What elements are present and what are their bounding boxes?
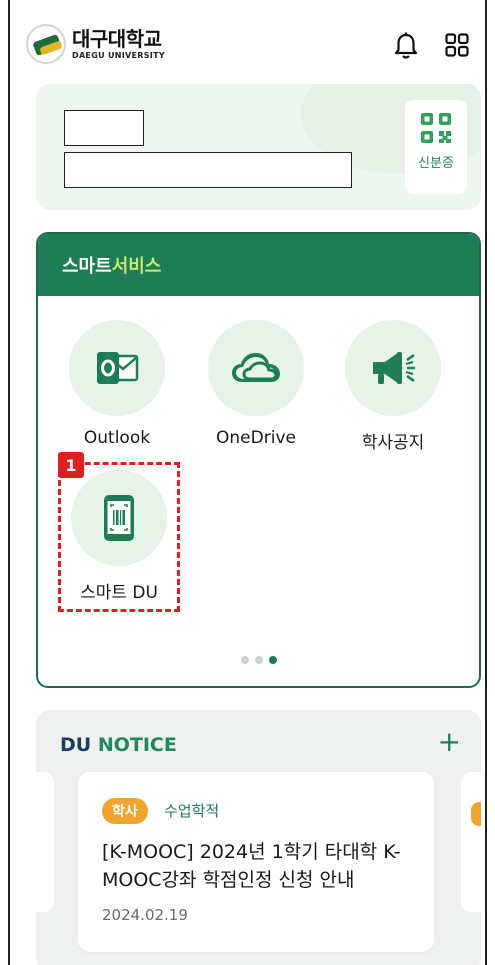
- notice-date: 2024.02.19: [102, 906, 188, 924]
- top-bar: 대구대학교 DAEGU UNIVERSITY: [10, 0, 485, 80]
- du-notice-section: DU NOTICE + 학사 수업학적 [K-MOOC] 2024년 1학기 타…: [36, 710, 481, 965]
- outlook-icon: [97, 352, 139, 384]
- notice-more-button[interactable]: +: [438, 728, 461, 756]
- service-label: OneDrive: [216, 428, 296, 448]
- university-emblem-icon: [26, 24, 66, 64]
- qr-code-icon: [421, 113, 451, 143]
- smart-service-header: 스마트 서비스: [38, 234, 479, 296]
- notice-title-accent: NOTICE: [97, 734, 177, 756]
- university-logo[interactable]: 대구대학교 DAEGU UNIVERSITY: [26, 24, 165, 64]
- service-label: Outlook: [83, 428, 151, 448]
- service-academic-notice[interactable]: 학사공지: [338, 320, 448, 453]
- name-field: [64, 110, 144, 146]
- logo-text: 대구대학교 DAEGU UNIVERSITY: [72, 29, 165, 60]
- smart-service-title: 스마트: [62, 256, 112, 277]
- service-label: 학사공지: [361, 433, 425, 453]
- notice-card-next[interactable]: [461, 772, 481, 912]
- notice-title: DU NOTICE: [60, 734, 177, 756]
- smart-service-panel: 스마트 서비스 Outlook OneDrive 학사공지 1 스마트 DU: [36, 232, 481, 688]
- page-dot[interactable]: [254, 656, 263, 664]
- phone-barcode-icon: [104, 495, 134, 541]
- logo-korean: 대구대학교: [72, 26, 162, 51]
- app-frame: 대구대학교 DAEGU UNIVERSITY 신분증 스마트 서비스 Outlo…: [8, 0, 487, 965]
- page-dot-active[interactable]: [268, 656, 277, 664]
- megaphone-icon: [373, 352, 415, 384]
- notice-title-prefix: DU: [60, 734, 92, 756]
- logo-english: DAEGU UNIVERSITY: [72, 50, 165, 60]
- service-onedrive[interactable]: OneDrive: [201, 320, 311, 448]
- notice-card[interactable]: 학사 수업학적 [K-MOOC] 2024년 1학기 타대학 K-MOOC강좌 …: [78, 772, 434, 952]
- cloud-icon: [232, 353, 280, 382]
- page-indicator[interactable]: [38, 656, 479, 664]
- bell-icon[interactable]: [393, 32, 419, 60]
- notice-card-prev[interactable]: [36, 772, 54, 912]
- student-id-card: 신분증: [36, 84, 481, 210]
- notice-tag: 학사: [102, 798, 148, 824]
- mobile-id-button[interactable]: 신분증: [405, 100, 467, 194]
- mobile-id-label: 신분증: [418, 156, 454, 171]
- page-dot[interactable]: [240, 656, 249, 664]
- notice-category: 수업학적: [164, 802, 220, 820]
- service-outlook[interactable]: Outlook: [62, 320, 172, 448]
- grid-menu-icon[interactable]: [445, 33, 469, 57]
- service-label: 스마트 DU: [80, 583, 158, 603]
- smart-service-title-accent: 서비스: [111, 256, 162, 277]
- service-smart-du[interactable]: 스마트 DU: [64, 470, 174, 603]
- student-id-field: [64, 152, 352, 188]
- notice-card-title: [K-MOOC] 2024년 1학기 타대학 K-MOOC강좌 학점인정 신청 …: [102, 841, 401, 891]
